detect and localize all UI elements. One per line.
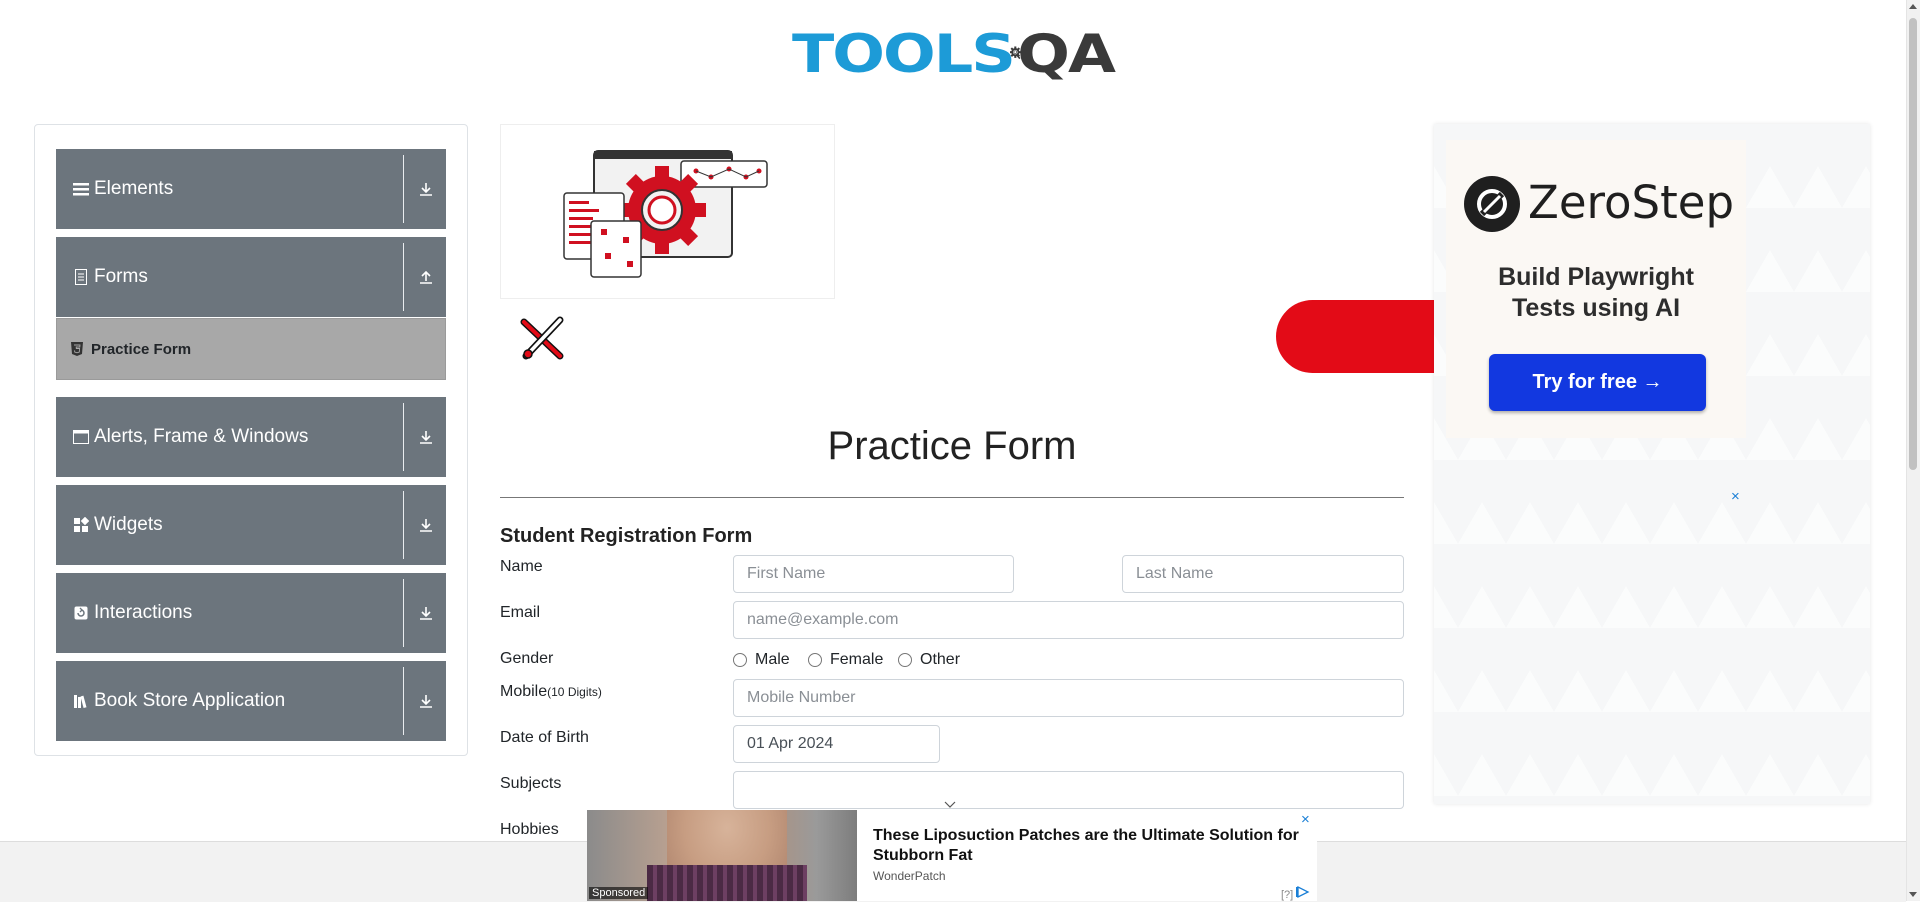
ad-close-icon[interactable]: × [1731,488,1740,505]
download-arrow-icon[interactable] [414,689,438,713]
radio-label: Other [920,651,961,668]
sidebar-group-label: Alerts, Frame & Windows [94,426,309,447]
mobile-label-text: Mobile [500,683,548,700]
tagline-line-1: Build Playwright [1498,263,1694,291]
sidebar-group-book-store[interactable]: Book Store Application [56,661,446,741]
sidebar-group-elements[interactable]: Elements [56,149,446,229]
divider [403,403,404,471]
radio-label: Female [830,651,884,668]
scroll-up-arrow-icon[interactable] [1909,4,1917,9]
tagline-line-2: Tests using AI [1511,294,1681,322]
sidebar-group-label: Elements [94,178,174,199]
email-input[interactable]: name@example.com [733,601,1404,639]
radio-circle[interactable] [808,653,822,667]
download-arrow-icon[interactable] [414,601,438,625]
bottom-ad-close-icon[interactable]: × [1301,811,1310,828]
dob-value: 01 Apr 2024 [747,735,834,752]
subjects-input[interactable] [733,771,1404,809]
hobbies-label: Hobbies [500,821,559,838]
first-name-placeholder: First Name [747,565,826,582]
page-title: Practice Form [827,424,1077,468]
subjects-label: Subjects [500,775,562,792]
toolsqa-logo[interactable]: TOOLS QA [792,14,1116,92]
sidebar-group-label: Book Store Application [94,690,286,711]
sidebar-group-label: Widgets [94,514,163,535]
window-icon [72,428,90,446]
date-of-birth-input[interactable]: 01 Apr 2024 [733,725,940,763]
upload-arrow-icon[interactable] [414,265,438,289]
sponsored-badge: Sponsored [589,887,649,899]
zerostep-brand: ZeroStep [1528,176,1735,229]
gender-label: Gender [500,650,554,667]
gender-radio-female[interactable]: Female [808,651,883,669]
dob-label: Date of Birth [500,729,589,746]
ad-info-icon[interactable]: [?] [1281,885,1310,901]
books-icon [72,692,90,710]
radio-circle[interactable] [898,653,912,667]
download-arrow-icon[interactable] [414,513,438,537]
radio-circle[interactable] [733,653,747,667]
bottom-ad-headline[interactable]: These Liposuction Patches are the Ultima… [873,826,1313,866]
mobile-placeholder: Mobile Number [747,689,856,706]
mobile-label: Mobile(10 Digits) [500,683,602,701]
zerostep-logo-icon [1464,176,1520,232]
scroll-down-arrow-icon[interactable] [1909,892,1917,897]
name-label: Name [500,558,543,575]
sidebar-group-label: Forms [94,266,148,287]
download-arrow-icon[interactable] [414,177,438,201]
html5-icon [71,342,83,356]
gender-radio-male[interactable]: Male [733,651,790,669]
scrollbar-thumb[interactable] [1909,18,1917,470]
sidebar-group-forms[interactable]: Forms [56,237,446,317]
divider [403,243,404,311]
download-arrow-icon[interactable] [414,425,438,449]
zerostep-tagline: Build Playwright Tests using AI [1446,262,1746,324]
divider [403,667,404,735]
sidebar-item-practice-form[interactable]: Practice Form [56,318,446,380]
banner-illustration[interactable] [500,124,835,299]
mobile-hint: (10 Digits) [547,685,602,699]
red-banner-pill[interactable] [1276,300,1436,373]
sidebar-group-alerts[interactable]: Alerts, Frame & Windows [56,397,446,477]
interaction-icon [72,604,90,622]
form-title: Student Registration Form [500,525,753,547]
last-name-input[interactable]: Last Name [1122,555,1404,593]
divider [403,579,404,647]
first-name-input[interactable]: First Name [733,555,1014,593]
sidebar-group-widgets[interactable]: Widgets [56,485,446,565]
mobile-input[interactable]: Mobile Number [733,679,1404,717]
gear-browser-illustration [563,150,768,278]
tools-cross-icon [518,314,568,362]
ad-photo-cloth [647,865,807,901]
logo-tools-text: TOOLS [792,21,1016,85]
sidebar-item-label: Practice Form [91,340,192,358]
divider [403,491,404,559]
sidebar-group-interactions[interactable]: Interactions [56,573,446,653]
adchoices-icon [1296,885,1310,899]
list-icon [72,180,90,198]
sidebar-group-label: Interactions [94,602,193,623]
ad-info-text: [?] [1281,889,1294,901]
divider [403,155,404,223]
gender-radio-other[interactable]: Other [898,651,960,669]
widgets-icon [72,516,90,534]
radio-label: Male [755,651,790,668]
title-divider [500,497,1404,498]
try-for-free-button[interactable]: Try for free → [1489,354,1706,411]
bottom-ad-source: WonderPatch [873,869,946,883]
logo-qa-text: QA [1017,21,1116,85]
last-name-placeholder: Last Name [1136,565,1214,582]
document-icon [72,268,90,286]
email-label: Email [500,604,541,621]
email-placeholder: name@example.com [747,611,899,628]
